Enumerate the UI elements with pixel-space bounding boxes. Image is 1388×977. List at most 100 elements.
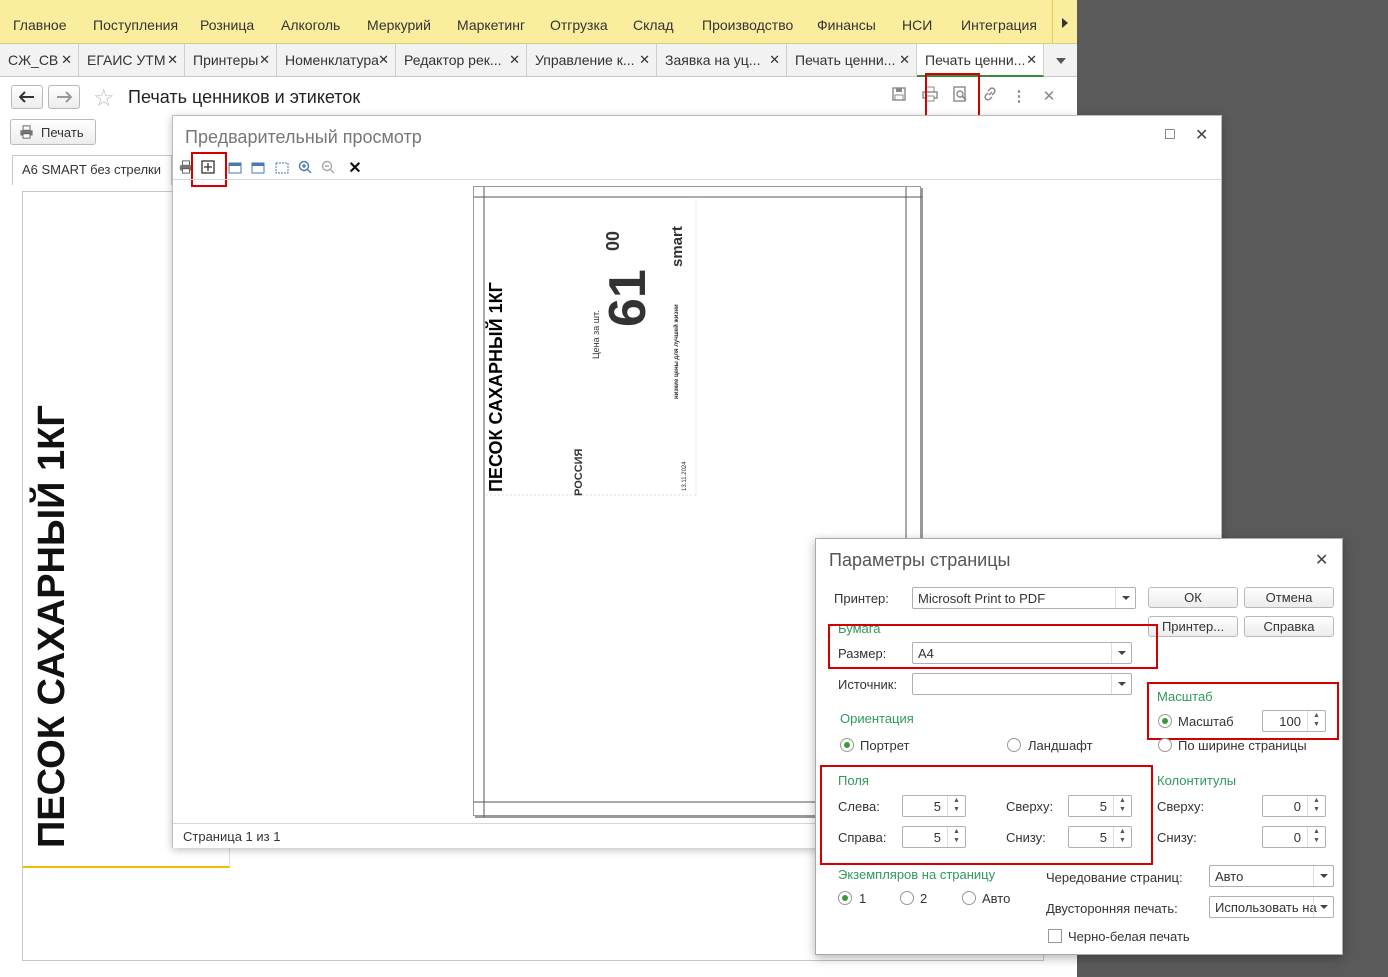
print-button[interactable]: Печать bbox=[10, 119, 96, 145]
fit-width-radio[interactable] bbox=[1158, 738, 1172, 752]
page-title: Печать ценников и этикеток bbox=[128, 87, 361, 107]
copies-auto-label: Авто bbox=[982, 891, 1011, 906]
tab-management[interactable]: Управление к... ✕ bbox=[527, 44, 657, 77]
chevron-down-icon[interactable] bbox=[1313, 866, 1333, 886]
close-icon[interactable]: ✕ bbox=[259, 52, 270, 68]
more-actions-icon[interactable]: ⋮ bbox=[1008, 86, 1030, 108]
favorite-star-icon[interactable]: ☆ bbox=[93, 84, 115, 113]
tab-label: Принтеры bbox=[193, 52, 259, 68]
paper-source-select[interactable] bbox=[912, 673, 1132, 695]
copies-group-title: Экземпляров на страницу bbox=[838, 867, 996, 882]
menu-item-nsi[interactable]: НСИ bbox=[902, 17, 932, 33]
close-icon[interactable]: ✕ bbox=[61, 52, 72, 68]
bw-print-checkbox[interactable] bbox=[1048, 929, 1062, 943]
copies-1-radio[interactable] bbox=[838, 891, 852, 905]
header-bottom-value: 0 bbox=[1293, 830, 1301, 845]
header-top-label: Сверху: bbox=[1157, 799, 1205, 814]
menu-item-retail[interactable]: Розница bbox=[200, 17, 254, 33]
cancel-button[interactable]: Отмена bbox=[1244, 587, 1334, 608]
open-tabs-bar: СЖ_СВ ✕ ЕГАИС УТМ ✕ Принтеры ✕ Номенклатура… bbox=[0, 44, 1077, 77]
tab-printers[interactable]: Принтеры ✕ bbox=[185, 44, 277, 77]
close-form-icon[interactable]: ✕ bbox=[1038, 86, 1060, 108]
close-icon[interactable]: ✕ bbox=[639, 52, 650, 68]
link-icon[interactable] bbox=[979, 86, 1001, 108]
chevron-down-icon[interactable] bbox=[1115, 588, 1135, 608]
menu-scroll-right-icon[interactable] bbox=[1052, 0, 1077, 44]
duplex-label: Двусторонняя печать: bbox=[1046, 901, 1178, 916]
stepper-icon[interactable]: ▲ ▼ bbox=[1307, 827, 1325, 847]
duplex-select[interactable]: Использовать на bbox=[1209, 896, 1334, 918]
copies-auto-radio[interactable] bbox=[962, 891, 976, 905]
header-bottom-input[interactable]: 0 ▲ ▼ bbox=[1262, 826, 1326, 848]
save-icon[interactable] bbox=[888, 86, 910, 108]
copies-2-radio[interactable] bbox=[900, 891, 914, 905]
menu-item-shipment[interactable]: Отгрузка bbox=[550, 17, 608, 33]
tab-label: Печать ценни... bbox=[795, 52, 896, 68]
tab-label: Управление к... bbox=[535, 52, 635, 68]
menu-item-marketing[interactable]: Маркетинг bbox=[457, 17, 525, 33]
tab-request[interactable]: Заявка на уц... ✕ bbox=[657, 44, 787, 77]
tab-label: Номенклатура bbox=[285, 52, 379, 68]
tab-label: ЕГАИС УТМ bbox=[87, 52, 166, 68]
source-label: Источник: bbox=[838, 677, 898, 692]
back-button[interactable] bbox=[11, 85, 43, 109]
bw-print-label: Черно-белая печать bbox=[1068, 929, 1190, 944]
close-icon[interactable]: ✕ bbox=[769, 52, 780, 68]
arrow-right-icon bbox=[57, 91, 73, 103]
print-button-label: Печать bbox=[41, 125, 84, 140]
menu-item-mercury[interactable]: Меркурий bbox=[367, 17, 431, 33]
menu-item-finance[interactable]: Финансы bbox=[817, 17, 876, 33]
maximize-icon[interactable]: □ bbox=[1165, 126, 1175, 144]
close-icon[interactable]: ✕ bbox=[1026, 52, 1037, 68]
close-icon[interactable]: ✕ bbox=[378, 52, 389, 68]
close-icon[interactable]: ✕ bbox=[1195, 125, 1208, 145]
close-icon[interactable]: ✕ bbox=[509, 52, 520, 68]
header-footer-group-title: Колонтитулы bbox=[1157, 773, 1237, 788]
menu-item-alcohol[interactable]: Алкоголь bbox=[281, 17, 340, 33]
brand-slogan: низкие цены для лучшей жизни bbox=[674, 304, 680, 399]
first-page-icon[interactable] bbox=[226, 159, 246, 179]
printer-settings-button[interactable]: Принтер... bbox=[1148, 616, 1238, 637]
alternation-value: Авто bbox=[1215, 869, 1244, 884]
portrait-label: Портрет bbox=[860, 738, 910, 753]
menu-item-main[interactable]: Главное bbox=[13, 17, 67, 33]
duplex-value: Использовать на bbox=[1215, 900, 1317, 915]
close-icon[interactable]: ✕ bbox=[1315, 550, 1328, 570]
menu-item-integration[interactable]: Интеграция bbox=[961, 17, 1037, 33]
toolbar-divider bbox=[173, 179, 1221, 180]
alternation-label: Чередование страниц: bbox=[1046, 870, 1183, 885]
tab-print-tags-1[interactable]: Печать ценни... ✕ bbox=[787, 44, 917, 77]
close-icon[interactable]: ✕ bbox=[899, 52, 910, 68]
header-top-input[interactable]: 0 ▲ ▼ bbox=[1262, 795, 1326, 817]
price-integer: 61 bbox=[599, 269, 657, 327]
menu-item-receipts[interactable]: Поступления bbox=[93, 17, 178, 33]
highlight-page-setup bbox=[191, 152, 227, 187]
close-preview-icon[interactable]: ✕ bbox=[345, 159, 365, 179]
tabs-dropdown-icon[interactable] bbox=[1046, 44, 1077, 77]
landscape-radio[interactable] bbox=[1007, 738, 1021, 752]
close-icon[interactable]: ✕ bbox=[167, 52, 178, 68]
stepper-icon[interactable]: ▲ ▼ bbox=[1307, 796, 1325, 816]
tab-template[interactable]: А6 SMART без стрелки bbox=[12, 155, 172, 185]
page-setup-dialog: Параметры страницы ✕ Принтер: Microsoft … bbox=[815, 538, 1343, 955]
tab-label: Заявка на уц... bbox=[665, 52, 761, 68]
help-button[interactable]: Справка bbox=[1244, 616, 1334, 637]
select-area-icon[interactable] bbox=[272, 159, 292, 179]
tab-egais-utm[interactable]: ЕГАИС УТМ ✕ bbox=[79, 44, 185, 77]
zoom-in-icon[interactable] bbox=[295, 159, 315, 179]
next-page-icon[interactable] bbox=[249, 159, 269, 179]
alternation-select[interactable]: Авто bbox=[1209, 865, 1334, 887]
zoom-out-icon[interactable] bbox=[318, 159, 338, 179]
tab-nomenclature[interactable]: Номенклатура ✕ bbox=[277, 44, 396, 77]
menu-item-production[interactable]: Производство bbox=[702, 17, 793, 33]
portrait-radio[interactable] bbox=[840, 738, 854, 752]
tab-editor[interactable]: Редактор рек... ✕ bbox=[396, 44, 527, 77]
chevron-down-icon[interactable] bbox=[1111, 674, 1131, 694]
tab-szh-sv[interactable]: СЖ_СВ ✕ bbox=[0, 44, 79, 77]
chevron-down-icon[interactable] bbox=[1313, 897, 1333, 917]
forward-button[interactable] bbox=[48, 85, 80, 109]
menu-item-warehouse[interactable]: Склад bbox=[633, 17, 674, 33]
printer-select[interactable]: Microsoft Print to PDF bbox=[912, 587, 1136, 609]
ok-button[interactable]: ОК bbox=[1148, 587, 1238, 608]
orientation-group-title: Ориентация bbox=[840, 711, 914, 726]
